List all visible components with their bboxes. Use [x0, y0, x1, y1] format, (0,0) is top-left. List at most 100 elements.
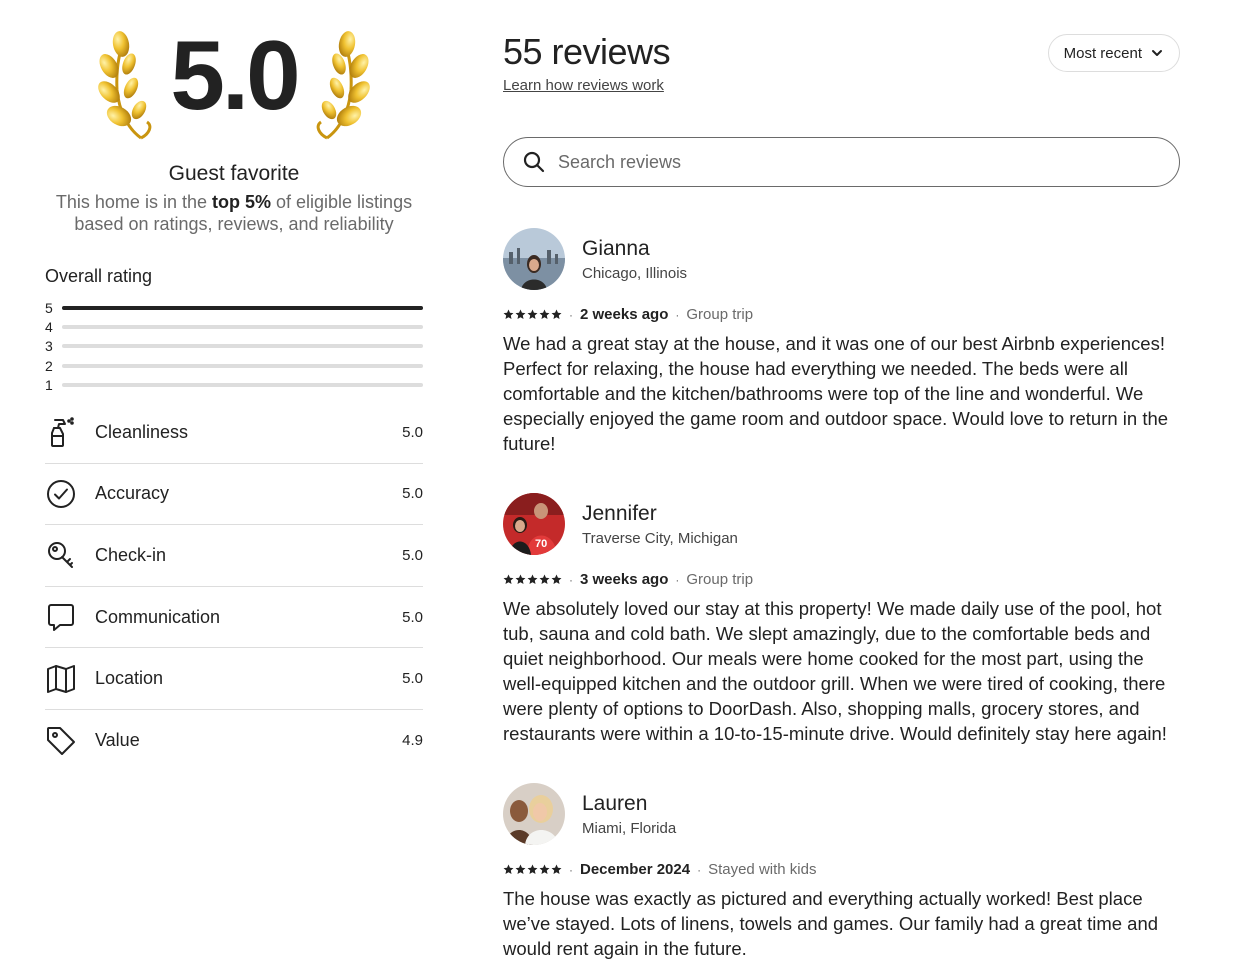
review-date: December 2024 [580, 861, 691, 878]
rating-bar-track [62, 305, 423, 310]
rating-bar-row: 5 [45, 298, 423, 317]
star-icon [539, 309, 550, 319]
category-label: Accuracy [95, 483, 170, 504]
star-icon [551, 309, 562, 319]
rating-bar-row: 4 [45, 317, 423, 336]
star-icon [503, 574, 514, 584]
category-label: Cleanliness [95, 421, 189, 442]
reviewer-info: Lauren Miami, Florida [582, 791, 676, 837]
star-icon [551, 574, 562, 584]
category-value: Value 4.9 [45, 710, 423, 772]
category-value: 4.9 [402, 732, 423, 750]
star-icon [515, 574, 526, 584]
review-text: We absolutely loved our stay at this pro… [503, 598, 1167, 744]
rating-bar-row: 3 [45, 337, 423, 356]
star-rating [503, 864, 562, 875]
rating-bar-label: 5 [45, 299, 53, 316]
category-value: 5.0 [402, 485, 423, 503]
category-value: 5.0 [402, 423, 423, 441]
category-label: Check-in [95, 544, 167, 565]
reviewer-location: Miami, Florida [582, 820, 677, 837]
category-label: Communication [95, 606, 221, 627]
separator-dot: · [569, 307, 573, 322]
rating-bar-label: 1 [45, 376, 53, 393]
review-header: Gianna Chicago, Illinois [503, 228, 1180, 290]
category-ratings: Cleanliness 5.0 Accuracy 5.0 Check-in 5.… [45, 402, 423, 772]
star-rating [503, 309, 562, 320]
reviewer-location: Chicago, Illinois [582, 265, 688, 282]
desc-prefix: This home is in the [55, 192, 212, 212]
review-date: 2 weeks ago [580, 306, 669, 323]
svg-text:70: 70 [535, 538, 547, 550]
review-header: 70 Jennifer Traverse City, Michigan [503, 493, 1180, 555]
star-icon [503, 309, 514, 319]
avatar[interactable] [503, 783, 565, 845]
star-icon [527, 574, 538, 584]
chat-bubble-icon [45, 600, 95, 634]
rating-bar-label: 3 [45, 338, 53, 355]
separator-dot: · [675, 307, 680, 322]
learn-how-reviews-work-link[interactable]: Learn how reviews work [503, 77, 664, 94]
laurel-right-icon [316, 31, 370, 140]
rating-bar-track [62, 324, 423, 329]
reviewer-info: Gianna Chicago, Illinois [582, 236, 687, 282]
reviewer-location: Traverse City, Michigan [582, 530, 738, 547]
guest-favorite-title: Guest favorite [168, 162, 300, 185]
key-icon [45, 538, 95, 572]
check-circle-icon [45, 477, 95, 511]
sort-dropdown[interactable]: Most recent [1047, 34, 1180, 72]
category-communication: Communication 5.0 [45, 587, 423, 649]
category-value: 5.0 [402, 546, 423, 564]
review-text: The house was exactly as pictured and ev… [503, 888, 1159, 959]
review-meta: · December 2024 · Stayed with kids [503, 861, 1180, 878]
rating-bar-track [62, 382, 423, 387]
rating-bar-label: 2 [45, 357, 53, 374]
star-icon [503, 864, 514, 874]
separator-dot: · [697, 862, 702, 877]
reviewer-name: Jennifer [582, 502, 657, 525]
chevron-down-icon [1152, 50, 1162, 56]
avatar[interactable] [503, 228, 565, 290]
category-value: 5.0 [402, 608, 423, 626]
rating-bar-fill [62, 305, 423, 310]
review-text: We had a great stay at the house, and it… [503, 333, 1169, 454]
spray-bottle-icon [45, 415, 95, 449]
reviewer-info: Jennifer Traverse City, Michigan [582, 501, 738, 547]
avatar[interactable]: 70 [503, 493, 565, 555]
map-icon [45, 662, 95, 696]
rating-distribution: 5 4 3 2 1 [45, 298, 423, 394]
review-count: 55 reviews [503, 31, 671, 72]
tag-icon [45, 724, 95, 758]
separator-dot: · [569, 572, 573, 587]
star-icon [539, 574, 550, 584]
rating-bar-track [62, 344, 423, 349]
review-date: 3 weeks ago [580, 571, 669, 588]
trip-type: Stayed with kids [708, 861, 817, 878]
category-label: Location [95, 668, 164, 689]
rating-bar-track [62, 363, 423, 368]
review-item: Gianna Chicago, Illinois · 2 weeks ago ·… [503, 228, 1180, 456]
star-icon [551, 864, 562, 874]
separator-dot: · [675, 572, 680, 587]
star-icon [539, 864, 550, 874]
review-header: Lauren Miami, Florida [503, 783, 1180, 845]
reviewer-name: Lauren [582, 792, 648, 815]
guest-favorite-description: This home is in the top 5% of eligible l… [45, 191, 423, 235]
star-icon [527, 309, 538, 319]
guest-favorite-hero: 5.0 [45, 20, 423, 150]
reviewer-name: Gianna [582, 237, 650, 260]
category-label: Value [95, 730, 140, 751]
review-item: Lauren Miami, Florida · December 2024 · … [503, 783, 1180, 960]
trip-type: Group trip [686, 571, 754, 588]
desc-bold: top 5% [211, 192, 271, 212]
star-icon [515, 309, 526, 319]
category-accuracy: Accuracy 5.0 [45, 464, 423, 526]
search-reviews-box[interactable] [503, 137, 1180, 187]
star-rating [503, 574, 562, 585]
star-icon [515, 864, 526, 874]
search-input[interactable] [558, 151, 1179, 173]
review-item: 70 Jennifer Traverse City, Michigan · 3 … [503, 493, 1180, 746]
review-meta: · 2 weeks ago · Group trip [503, 306, 1180, 323]
search-icon [523, 151, 545, 173]
review-meta: · 3 weeks ago · Group trip [503, 571, 1180, 588]
